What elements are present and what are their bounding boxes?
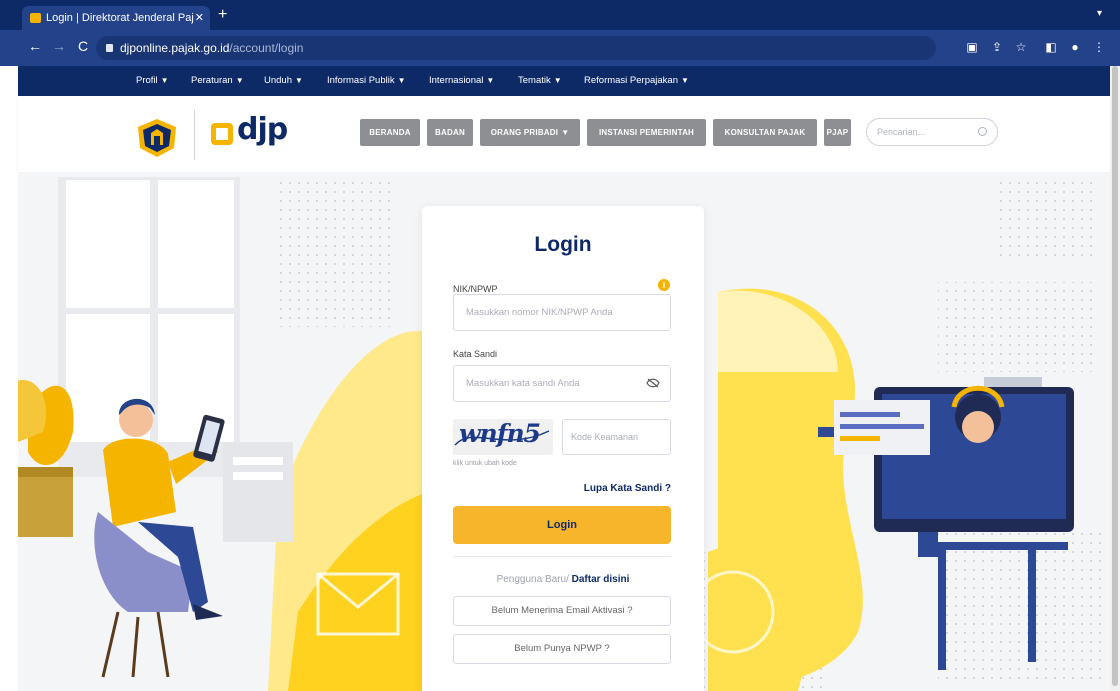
captcha-image[interactable]: wnfn5: [453, 419, 553, 455]
login-card: Login NIK/NPWP i Masukkan nomor NIK/NPWP…: [422, 206, 704, 691]
eye-slash-icon[interactable]: [646, 378, 660, 388]
menu-item-unduh[interactable]: Unduh ▼: [264, 75, 303, 86]
menu-item-informasi-publik[interactable]: Informasi Publik ▼: [327, 75, 406, 86]
scrollbar-thumb[interactable]: [1112, 66, 1118, 686]
forgot-password-link[interactable]: Lupa Kata Sandi ?: [584, 483, 671, 494]
page-scrollbar[interactable]: [1110, 66, 1120, 691]
search-placeholder: Pencarian...: [877, 127, 926, 137]
header-divider: [194, 110, 195, 160]
url-host: djponline.pajak.go.id: [120, 41, 230, 55]
caret-down-icon: ▼: [486, 76, 495, 85]
register-link[interactable]: Daftar disini: [572, 574, 630, 585]
caret-down-icon: ▼: [681, 76, 689, 85]
browser-menu-icon[interactable]: ⋮: [1092, 40, 1106, 54]
menu-item-peraturan[interactable]: Peraturan ▼: [191, 75, 244, 86]
kemenkeu-emblem-icon[interactable]: [135, 118, 179, 158]
translate-icon[interactable]: ▣: [965, 40, 979, 54]
sidepanel-icon[interactable]: ◧: [1044, 40, 1058, 54]
caret-down-icon: ▼: [235, 76, 244, 85]
tab-search-icon[interactable]: ▾: [1097, 8, 1102, 19]
captcha-input[interactable]: Kode Keamanan: [562, 419, 671, 455]
caret-down-icon: ▼: [561, 128, 570, 137]
profile-icon[interactable]: ●: [1068, 40, 1082, 54]
nav-konsultan-pajak[interactable]: KONSULTAN PAJAK: [713, 119, 817, 146]
menu-item-internasional[interactable]: Internasional ▼: [429, 75, 494, 86]
caret-down-icon: ▼: [160, 76, 169, 85]
bookmark-star-icon[interactable]: ☆: [1014, 40, 1028, 54]
tab-title: Login | Direktorat Jenderal Paj: [46, 12, 194, 24]
favicon-icon: [30, 13, 41, 23]
nav-pjap[interactable]: PJAP: [824, 119, 851, 146]
site-top-menu: Profil ▼ Peraturan ▼ Unduh ▼ Informasi Publ…: [18, 66, 1110, 96]
menu-item-profil[interactable]: Profil ▼: [136, 75, 169, 86]
djp-logo-text: djp: [237, 112, 288, 147]
back-icon[interactable]: ←: [26, 38, 44, 54]
new-user-text: Pengguna Baru/ Daftar disini: [496, 574, 630, 585]
tab-close-icon[interactable]: ✕: [195, 6, 204, 30]
no-npwp-button[interactable]: Belum Punya NPWP ?: [453, 634, 671, 664]
caret-down-icon: ▼: [553, 76, 562, 85]
login-button[interactable]: Login: [453, 506, 671, 544]
djp-logo-mark-icon: [211, 123, 233, 145]
browser-tabbar: Login | Direktorat Jenderal Paj ✕ + ▾: [0, 0, 1120, 30]
nav-orang-pribadi[interactable]: ORANG PRIBADI ▼: [480, 119, 580, 146]
menu-item-reformasi-perpajakan[interactable]: Reformasi Perpajakan ▼: [584, 75, 689, 86]
page: Login | Direktorat Jenderal Paj ✕ + ▾ ← …: [0, 0, 1120, 691]
forward-icon[interactable]: →: [50, 38, 68, 54]
password-input[interactable]: Masukkan kata sandi Anda: [453, 365, 671, 402]
reload-icon[interactable]: C: [74, 38, 92, 54]
caret-down-icon: ▼: [397, 76, 406, 85]
nav-beranda[interactable]: BERANDA: [360, 119, 420, 146]
address-bar[interactable]: djponline.pajak.go.id/account/login: [96, 36, 936, 60]
menu-item-tematik[interactable]: Tematik ▼: [518, 75, 562, 86]
captcha-hint: klik untuk ubah kode: [453, 460, 517, 467]
site-header: djp BERANDA BADAN ORANG PRIBADI ▼ INSTANS…: [18, 96, 1110, 172]
activation-email-button[interactable]: Belum Menerima Email Aktivasi ?: [453, 596, 671, 626]
nik-input[interactable]: Masukkan nomor NIK/NPWP Anda: [453, 294, 671, 331]
password-placeholder: Masukkan kata sandi Anda: [466, 378, 580, 389]
captcha-text: wnfn5: [459, 419, 541, 448]
login-title: Login: [534, 233, 592, 256]
nik-label: NIK/NPWP: [453, 284, 498, 294]
nav-instansi-pemerintah[interactable]: INSTANSI PEMERINTAH: [587, 119, 706, 146]
search-input[interactable]: Pencarian...: [866, 118, 998, 146]
url-path: /account/login: [229, 41, 304, 55]
password-label: Kata Sandi: [453, 349, 498, 359]
browser-tab[interactable]: Login | Direktorat Jenderal Paj ✕: [22, 6, 210, 30]
info-icon[interactable]: i: [658, 279, 670, 291]
search-icon[interactable]: [978, 127, 987, 136]
browser-toolbar: ← → C djponline.pajak.go.id/account/logi…: [0, 30, 1120, 66]
caret-down-icon: ▼: [295, 76, 303, 85]
share-icon[interactable]: ⇪: [990, 40, 1004, 54]
divider: [453, 556, 671, 557]
new-tab-icon[interactable]: +: [218, 6, 227, 24]
lock-icon: [106, 44, 113, 52]
nav-badan[interactable]: BADAN: [427, 119, 473, 146]
